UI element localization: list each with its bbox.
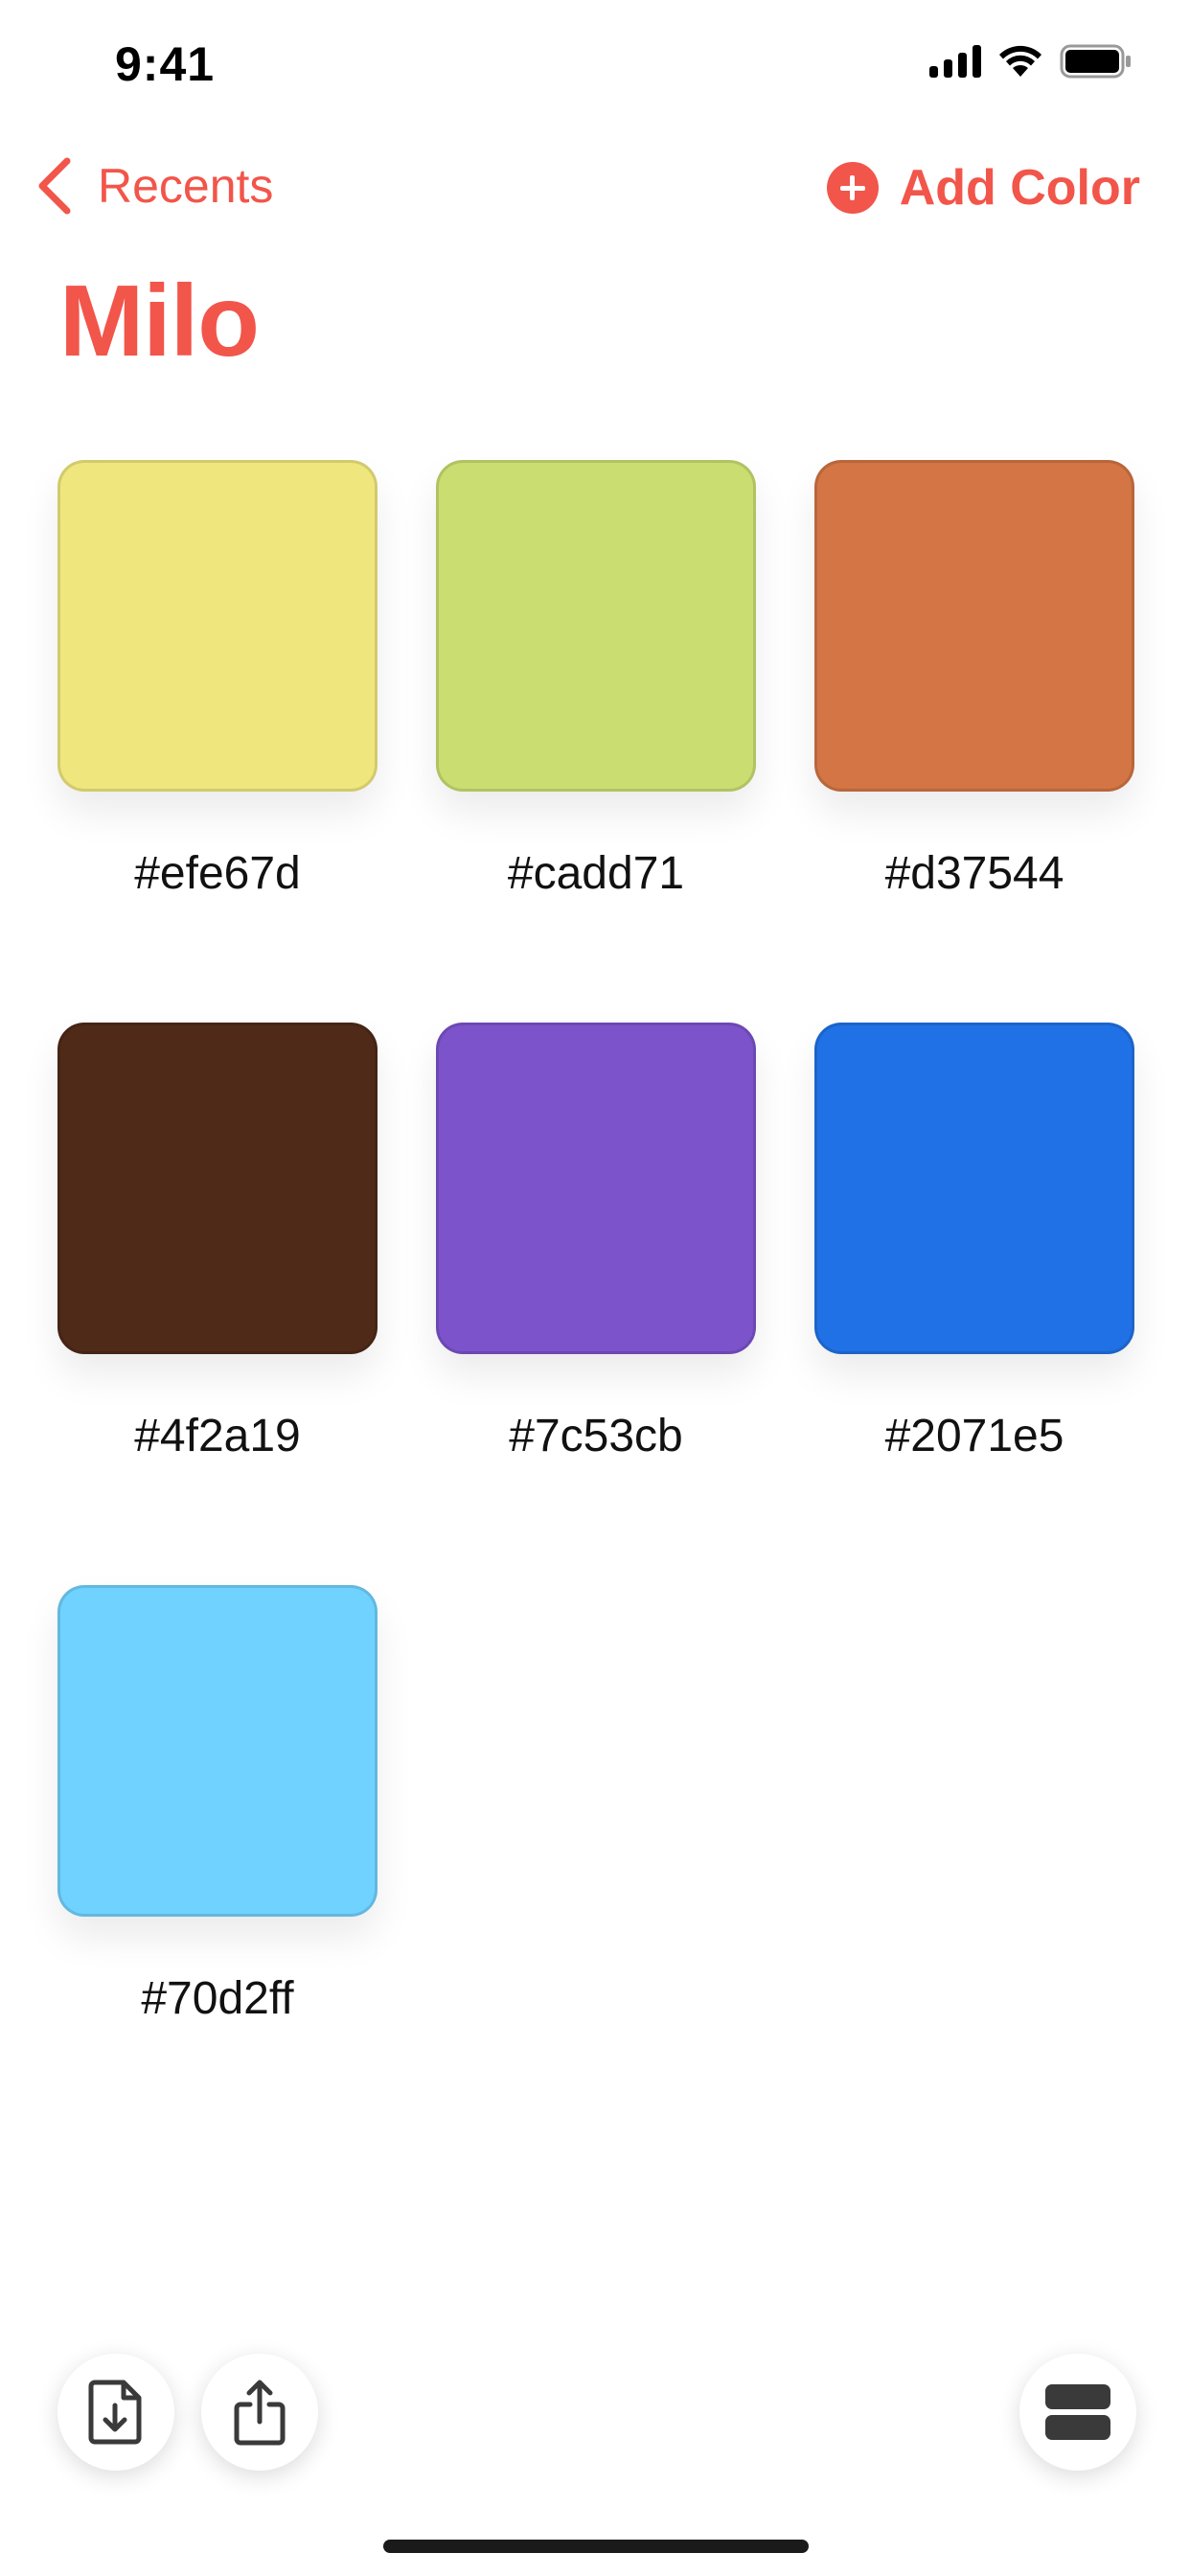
swatch-item[interactable]: #cadd71	[436, 460, 756, 1023]
swatch-item[interactable]: #efe67d	[57, 460, 378, 1023]
swatch-hex-label: #70d2ff	[141, 1973, 294, 2024]
cellular-signal-icon	[929, 45, 981, 78]
status-bar: 9:41	[0, 0, 1190, 134]
document-download-icon	[88, 2380, 142, 2445]
swatch-hex-label: #efe67d	[134, 848, 301, 899]
battery-icon	[1060, 44, 1133, 79]
home-indicator	[383, 2540, 809, 2553]
swatch-hex-label: #2071e5	[884, 1411, 1064, 1461]
swatch-hex-label: #7c53cb	[509, 1411, 683, 1461]
color-swatch	[814, 460, 1134, 792]
add-color-label: Add Color	[899, 160, 1140, 216]
plus-circle-icon	[826, 162, 879, 214]
swatch-item[interactable]: #d37544	[814, 460, 1134, 1023]
back-button[interactable]: Recents	[33, 155, 273, 217]
swatch-item[interactable]: #2071e5	[814, 1023, 1134, 1585]
color-swatch	[57, 460, 378, 792]
page-title: Milo	[59, 264, 260, 378]
swatch-item[interactable]: #7c53cb	[436, 1023, 756, 1585]
swatch-hex-label: #cadd71	[507, 848, 685, 899]
swatch-grid: #efe67d #cadd71 #d37544 #4f2a19 #7c53cb …	[57, 460, 1134, 2148]
swatch-item[interactable]: #70d2ff	[57, 1585, 378, 2148]
wifi-icon	[998, 45, 1042, 78]
color-swatch	[436, 460, 756, 792]
color-swatch	[814, 1023, 1134, 1354]
chevron-left-icon	[38, 157, 71, 215]
layout-toggle-button[interactable]	[1019, 2354, 1136, 2471]
status-time: 9:41	[115, 37, 216, 91]
add-color-button[interactable]: Add Color	[826, 159, 1140, 217]
swatch-hex-label: #d37544	[884, 848, 1064, 899]
share-button[interactable]	[201, 2354, 318, 2471]
back-button-label: Recents	[98, 159, 274, 213]
swatch-item[interactable]: #4f2a19	[57, 1023, 378, 1585]
color-swatch	[57, 1585, 378, 1917]
status-icons	[929, 44, 1133, 79]
share-icon	[234, 2380, 286, 2446]
color-swatch	[57, 1023, 378, 1354]
swatch-hex-label: #4f2a19	[134, 1411, 301, 1461]
stacked-rows-icon	[1045, 2384, 1110, 2440]
import-button[interactable]	[57, 2354, 174, 2471]
color-swatch	[436, 1023, 756, 1354]
